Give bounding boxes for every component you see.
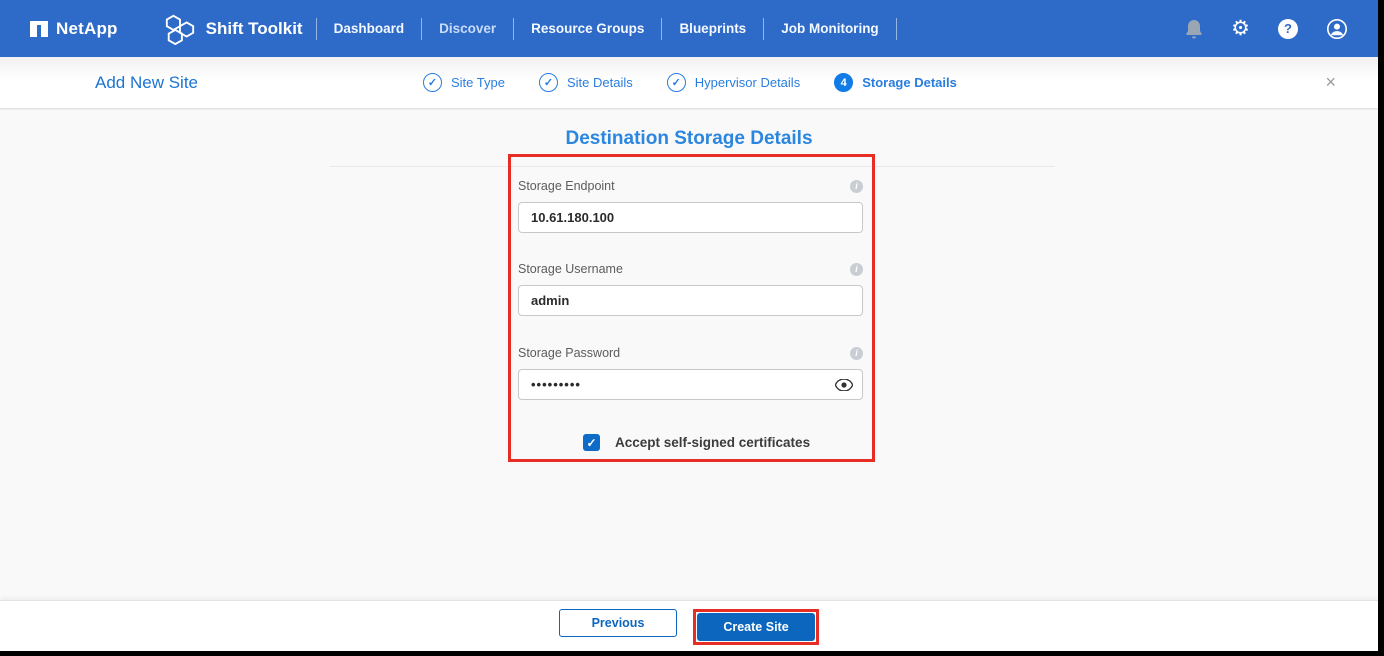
- storage-endpoint-label: Storage Endpoint: [518, 179, 615, 193]
- step-done-check-icon: ✓: [538, 73, 558, 92]
- step-label: Storage Details: [862, 75, 957, 90]
- netapp-mark-icon: [30, 20, 48, 38]
- wizard-title: Add New Site: [95, 72, 198, 92]
- shift-toolkit-logo[interactable]: Shift Toolkit: [164, 13, 303, 45]
- previous-button[interactable]: Previous: [559, 609, 677, 637]
- nav-item-discover[interactable]: Discover: [435, 21, 500, 36]
- create-site-button[interactable]: Create Site: [697, 613, 815, 641]
- nav-item-blueprints[interactable]: Blueprints: [675, 21, 750, 36]
- storage-password-group: Storage Password i: [518, 346, 863, 400]
- step-done-check-icon: ✓: [423, 73, 442, 92]
- nav-item-job-monitoring[interactable]: Job Monitoring: [777, 21, 882, 36]
- storage-password-input[interactable]: [518, 369, 863, 400]
- close-icon[interactable]: ×: [1325, 72, 1336, 93]
- show-password-eye-icon[interactable]: [835, 378, 853, 391]
- app-window: NetApp Shift Toolkit Dashboard Discover …: [0, 0, 1384, 656]
- checkbox-checked-icon[interactable]: ✓: [583, 434, 600, 451]
- netapp-logo[interactable]: NetApp: [30, 19, 118, 39]
- storage-username-label: Storage Username: [518, 262, 623, 276]
- navbar-actions: ⚙ ?: [1185, 18, 1348, 40]
- nav-divider: [763, 17, 765, 40]
- step-label: Hypervisor Details: [694, 75, 801, 90]
- info-icon[interactable]: i: [850, 346, 863, 360]
- storage-endpoint-input[interactable]: [518, 202, 863, 233]
- netapp-brand-text: NetApp: [56, 18, 118, 38]
- wizard-header: Add New Site ✓ Site Type ✓ Site Details …: [0, 57, 1378, 109]
- accept-certificates-checkbox-row[interactable]: ✓ Accept self-signed certificates: [583, 434, 810, 451]
- step-label: Site Details: [566, 75, 633, 90]
- help-icon[interactable]: ?: [1278, 18, 1298, 39]
- nav-item-resource-groups[interactable]: Resource Groups: [527, 21, 648, 36]
- user-account-icon[interactable]: [1326, 18, 1348, 40]
- wizard-footer: Previous Create Site: [0, 600, 1378, 651]
- wizard-steps: ✓ Site Type ✓ Site Details ✓ Hypervisor …: [423, 73, 957, 92]
- step-site-type[interactable]: ✓ Site Type: [423, 73, 505, 92]
- accept-certificates-label: Accept self-signed certificates: [615, 435, 811, 450]
- nav-divider: [513, 17, 515, 40]
- step-done-check-icon: ✓: [666, 73, 686, 92]
- storage-username-group: Storage Username i: [518, 262, 863, 316]
- step-hypervisor-details[interactable]: ✓ Hypervisor Details: [666, 73, 801, 92]
- notifications-bell-icon[interactable]: [1185, 19, 1203, 39]
- info-icon[interactable]: i: [850, 262, 863, 276]
- nav-divider: [315, 17, 317, 40]
- step-number-badge: 4: [834, 73, 854, 92]
- info-icon[interactable]: i: [850, 179, 863, 193]
- storage-endpoint-group: Storage Endpoint i: [518, 179, 863, 233]
- nav-divider: [421, 17, 423, 40]
- settings-gear-icon[interactable]: ⚙: [1231, 18, 1250, 39]
- step-site-details[interactable]: ✓ Site Details: [538, 73, 633, 92]
- product-title: Shift Toolkit: [205, 18, 303, 38]
- shift-toolkit-hex-icon: [164, 13, 196, 45]
- page-title: Destination Storage Details: [565, 128, 813, 149]
- storage-password-label: Storage Password: [518, 346, 621, 360]
- storage-username-input[interactable]: [518, 285, 863, 316]
- nav-divider: [895, 17, 897, 40]
- wizard-body: Destination Storage Details Storage Endp…: [0, 110, 1378, 600]
- step-label: Site Type: [451, 75, 505, 90]
- step-storage-details[interactable]: 4 Storage Details: [834, 73, 957, 92]
- nav-divider: [661, 17, 663, 40]
- top-navbar: NetApp Shift Toolkit Dashboard Discover …: [0, 0, 1378, 57]
- annotation-highlight-create-button: Create Site: [693, 609, 819, 645]
- nav-item-dashboard[interactable]: Dashboard: [330, 21, 409, 36]
